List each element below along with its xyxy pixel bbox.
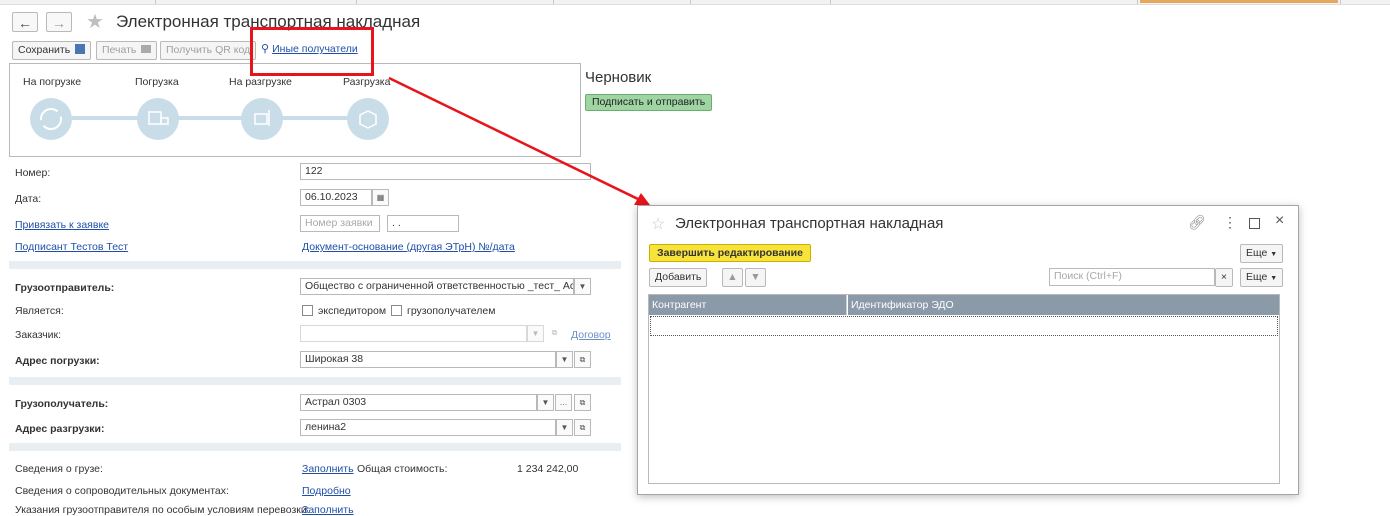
finish-editing-button[interactable]: Завершить редактирование — [649, 244, 811, 262]
add-button[interactable]: Добавить — [649, 268, 708, 287]
chevron-down-icon: ▼ — [1270, 275, 1278, 282]
maximize-icon[interactable] — [1249, 218, 1260, 229]
kebab-menu-icon[interactable]: ⋮ — [1223, 214, 1237, 231]
more-button[interactable]: Еще ▼ — [1240, 244, 1284, 263]
more-button-2[interactable]: Еще ▼ — [1240, 268, 1284, 287]
dialog-title: Электронная транспортная накладная — [675, 215, 944, 232]
table-row[interactable] — [650, 316, 1278, 336]
link-icon[interactable]: 🔗︎ — [1188, 214, 1206, 231]
recipients-dialog: ☆ Электронная транспортная накладная 🔗︎ … — [637, 205, 1299, 495]
clear-search-button[interactable]: × — [1215, 268, 1233, 287]
star-icon[interactable]: ☆ — [651, 214, 665, 234]
column-header-counterparty[interactable]: Контрагент — [649, 295, 847, 315]
more-label: Еще — [1246, 247, 1268, 259]
close-icon[interactable]: × — [1275, 212, 1284, 230]
move-up-icon[interactable]: ▲ — [722, 268, 743, 287]
column-header-edo-id[interactable]: Идентификатор ЭДО — [848, 295, 1279, 315]
move-down-icon[interactable]: ▼ — [745, 268, 766, 287]
chevron-down-icon: ▼ — [1270, 251, 1278, 258]
recipients-table: Контрагент Идентификатор ЭДО — [648, 294, 1280, 484]
search-input[interactable]: Поиск (Ctrl+F) — [1049, 268, 1215, 286]
more-label: Еще — [1246, 271, 1268, 283]
